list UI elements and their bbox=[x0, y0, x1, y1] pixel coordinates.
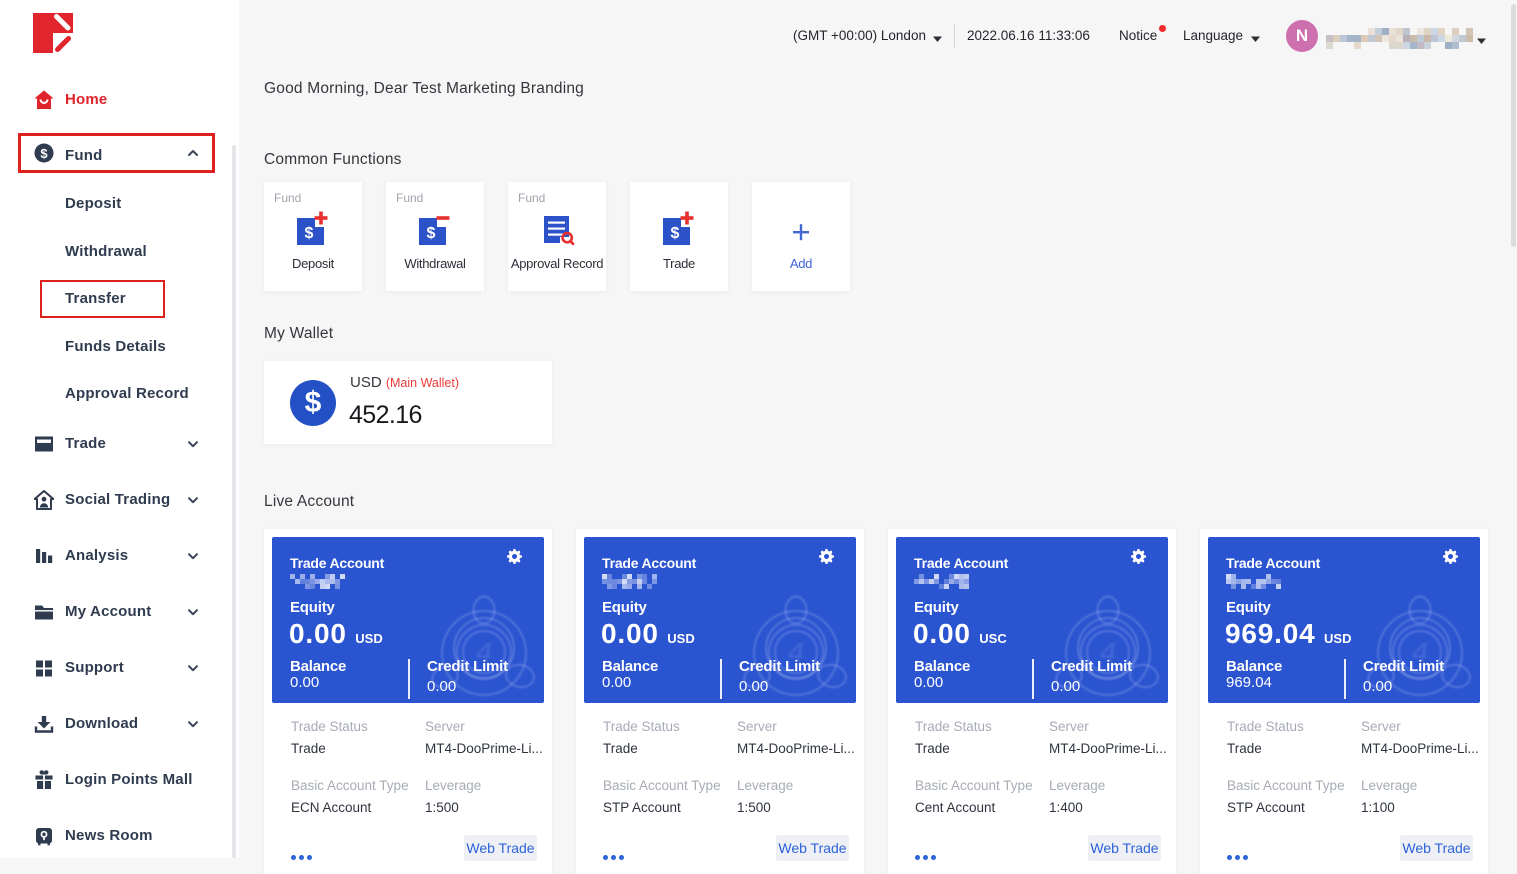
svg-text:$: $ bbox=[427, 225, 436, 242]
svg-text:$: $ bbox=[671, 225, 680, 242]
svg-text:$: $ bbox=[305, 225, 314, 242]
svg-text:$: $ bbox=[40, 146, 48, 161]
